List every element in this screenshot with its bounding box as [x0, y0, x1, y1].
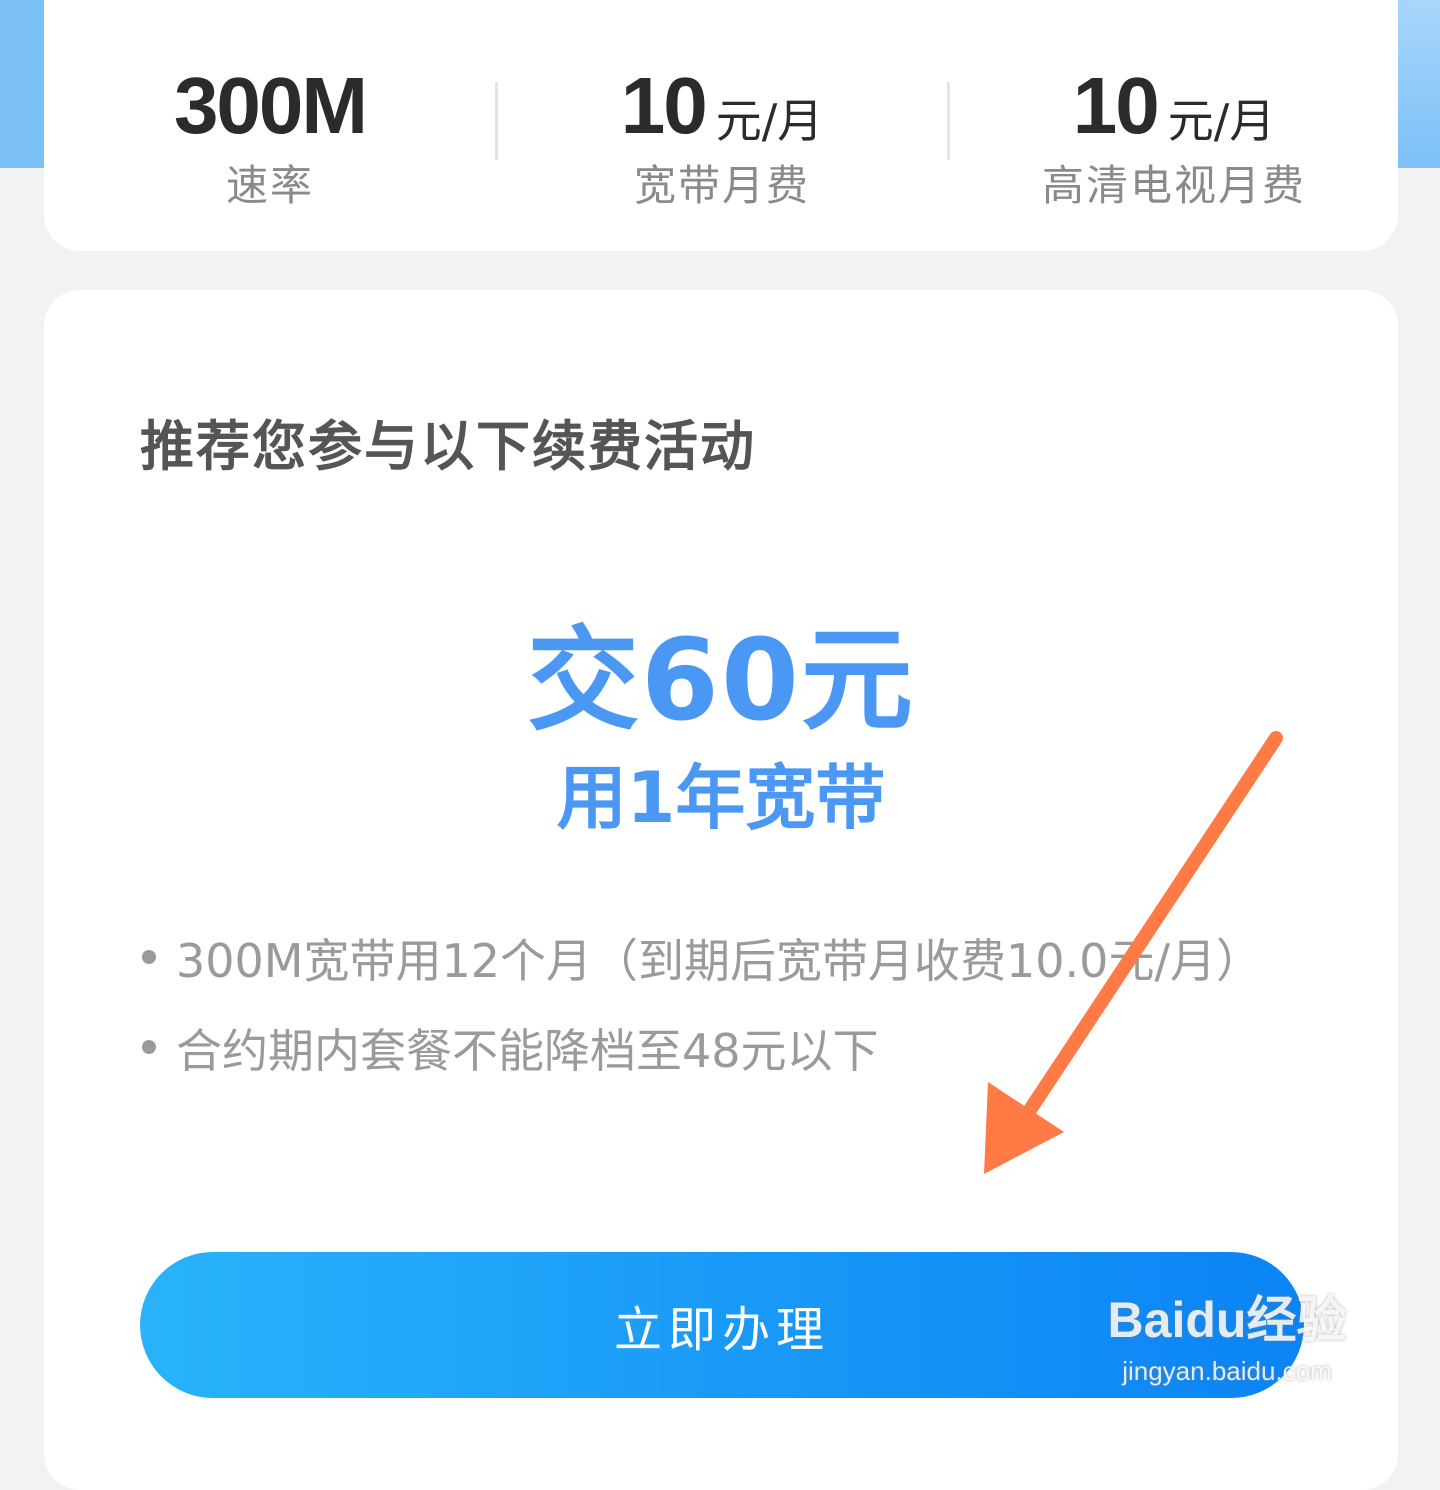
stat-speed-label: 速率 [225, 161, 314, 210]
bullet-dot-icon [142, 950, 156, 964]
list-item: 300M宽带用12个月（到期后宽带月收费10.0元/月） [140, 920, 1320, 1002]
term-text: 合约期内套餐不能降档至48元以下 [176, 1024, 879, 1078]
stat-speed-value: 300M [173, 61, 368, 150]
stat-tv-fee-value: 10 [1072, 61, 1160, 150]
stat-broadband-fee-unit: 元/月 [715, 94, 824, 148]
stat-tv-fee-unit: 元/月 [1167, 94, 1276, 148]
stat-speed: 300M 速率 [70, 64, 470, 213]
term-text: 300M宽带用12个月（到期后宽带月收费10.0元/月） [176, 934, 1262, 988]
promo-headline: 交60元 [527, 616, 915, 746]
header-background-left [0, 0, 46, 168]
stat-tv-fee-label: 高清电视月费 [1041, 161, 1306, 210]
watermark-url: jingyan.baidu.com [1122, 1356, 1332, 1386]
stat-divider [947, 82, 950, 160]
plan-stats-card: 300M 速率 10 元/月 宽带月费 10 元/月 高清电视月费 [44, 0, 1398, 251]
header-background-right [1396, 0, 1440, 168]
stat-broadband-fee: 10 元/月 宽带月费 [522, 64, 922, 213]
stat-divider [495, 82, 498, 160]
promo-terms-list: 300M宽带用12个月（到期后宽带月收费10.0元/月） 合约期内套餐不能降档至… [140, 920, 1320, 1100]
baidu-jingyan-watermark: Baidu经验 jingyan.baidu.com [1092, 1280, 1362, 1387]
promo-subline: 用1年宽带 [556, 757, 886, 839]
stat-broadband-fee-label: 宽带月费 [633, 161, 810, 210]
section-title: 推荐您参与以下续费活动 [140, 415, 756, 478]
stat-tv-fee: 10 元/月 高清电视月费 [974, 64, 1374, 213]
list-item: 合约期内套餐不能降档至48元以下 [140, 1010, 1320, 1092]
stat-broadband-fee-value: 10 [620, 61, 708, 150]
watermark-logo: Baidu经验 [1107, 1292, 1347, 1348]
bullet-dot-icon [142, 1040, 156, 1054]
